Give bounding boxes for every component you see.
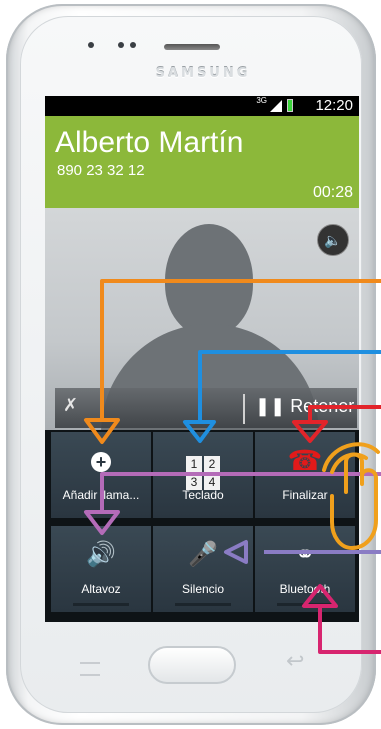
bluetooth-state-bar xyxy=(277,603,333,606)
speaker-icon: 🔊 xyxy=(86,541,116,568)
hold-button[interactable]: ❚❚ Retener xyxy=(255,396,354,417)
home-button[interactable] xyxy=(148,646,236,684)
battery-icon xyxy=(287,99,293,112)
caller-number: 890 23 32 12 xyxy=(57,162,145,179)
keypad-button[interactable]: 1 2 3 4 Teclado xyxy=(153,432,253,518)
keypad-icon: 1 2 3 4 xyxy=(186,456,220,490)
call-screen: 3G 12:20 Alberto Martín 890 23 32 12 00:… xyxy=(45,96,359,622)
signal-icon xyxy=(270,100,282,112)
sensor-dot-2 xyxy=(130,42,136,48)
call-controls-grid: + Añadir llama... 1 2 3 4 Teclado ☎ Fina… xyxy=(45,430,359,622)
call-header: Alberto Martín 890 23 32 12 00:28 xyxy=(45,116,359,208)
pause-icon: ❚❚ xyxy=(255,396,286,416)
menu-key[interactable] xyxy=(80,662,100,676)
bluetooth-headset-icon: ⚭ xyxy=(294,541,316,568)
end-call-label: Finalizar xyxy=(282,488,328,502)
brand-logo: SAMSUNG xyxy=(155,66,251,81)
hold-label: Retener xyxy=(290,396,355,416)
keypad-digit: 2 xyxy=(204,456,220,472)
call-action-bar: ✗ ❚❚ Retener xyxy=(55,388,357,428)
call-duration: 00:28 xyxy=(312,184,353,201)
mute-label: Silencio xyxy=(181,582,225,596)
add-call-label: Añadir llama... xyxy=(62,488,140,502)
speaker-button[interactable]: 🔊 Altavoz xyxy=(51,526,151,612)
video-off-icon[interactable]: ✗ xyxy=(63,395,78,416)
caller-name: Alberto Martín xyxy=(55,126,244,159)
end-call-button[interactable]: ☎ Finalizar xyxy=(255,432,355,518)
add-call-button[interactable]: + Añadir llama... xyxy=(51,432,151,518)
speaker-state-bar xyxy=(73,603,129,606)
avatar-head xyxy=(165,224,253,336)
earpiece xyxy=(164,44,220,50)
keypad-digit: 1 xyxy=(186,456,202,472)
sensor-dot-1 xyxy=(118,42,124,48)
bluetooth-label: Bluetooth xyxy=(279,582,331,596)
volume-icon[interactable]: 🔈 xyxy=(317,224,349,256)
front-camera-dot xyxy=(88,42,94,48)
mute-button[interactable]: 🎤 Silencio xyxy=(153,526,253,612)
status-bar: 3G 12:20 xyxy=(45,96,359,116)
end-call-icon: ☎ xyxy=(287,445,323,476)
bluetooth-button[interactable]: ⚭ Bluetooth xyxy=(255,526,355,612)
callbar-divider xyxy=(243,394,245,424)
speaker-label: Altavoz xyxy=(81,582,121,596)
keypad-label: Teclado xyxy=(182,488,224,502)
network-indicator: 3G xyxy=(256,96,267,105)
add-icon: + xyxy=(91,452,111,472)
back-key-icon[interactable]: ↩ xyxy=(286,648,304,674)
microphone-off-icon: 🎤 xyxy=(188,541,218,568)
mute-state-bar xyxy=(175,603,231,606)
status-clock: 12:20 xyxy=(315,97,353,114)
